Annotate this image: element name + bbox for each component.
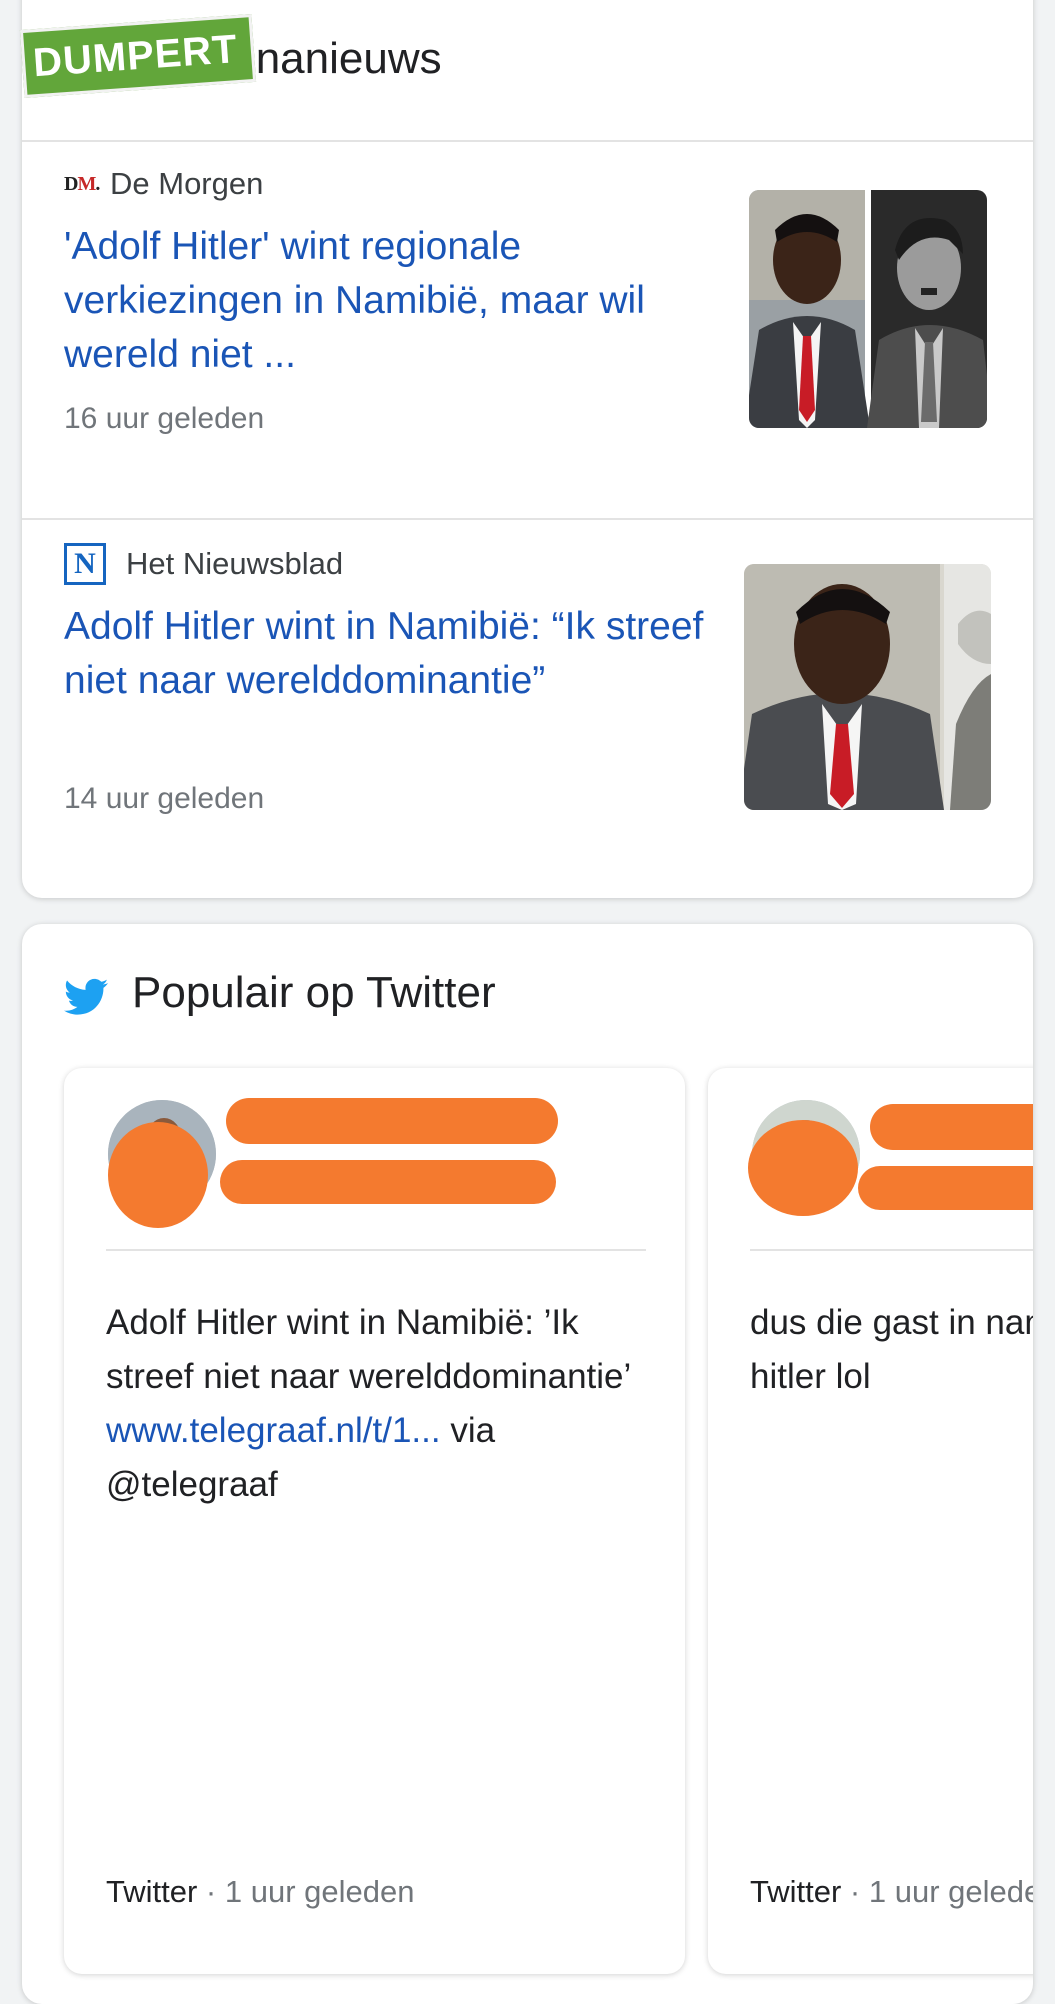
- twitter-card: Populair op Twitter Adolf Hitler wint in…: [22, 924, 1033, 2004]
- tweet-footer: Twitter · 1 uur geleden: [106, 1874, 414, 1910]
- tweet-card[interactable]: Adolf Hitler wint in Namibië: ’Ik streef…: [64, 1068, 685, 1974]
- news-timestamp: 16 uur geleden: [64, 402, 265, 435]
- tweet-time: · 1 uur geleden: [849, 1874, 1033, 1909]
- news-source-name: De Morgen: [110, 166, 264, 201]
- portrait-pair-image: [749, 190, 987, 428]
- news-thumbnail-image[interactable]: [749, 190, 987, 428]
- twitter-bird-icon: [64, 978, 108, 1015]
- tweet-card[interactable]: dus die gast in namibië heet adolf hitle…: [708, 1068, 1033, 1974]
- section-title-twitter: Populair op Twitter: [132, 968, 496, 1017]
- tweet-body: Adolf Hitler wint in Namibië: ’Ik streef…: [106, 1303, 630, 1396]
- news-item-de-morgen[interactable]: DM. De Morgen 'Adolf Hitler' wint region…: [22, 142, 1033, 518]
- portrait-image: [744, 564, 991, 810]
- redaction-name-overlay: [870, 1104, 1033, 1150]
- redaction-avatar-overlay: [748, 1120, 858, 1216]
- het-nieuwsblad-logo-icon: N: [64, 543, 106, 585]
- news-source-row: N Het Nieuwsblad: [64, 534, 343, 594]
- tweet-source: Twitter: [106, 1874, 198, 1909]
- news-source-row: DM. De Morgen: [64, 154, 263, 214]
- de-morgen-logo-icon: DM.: [64, 172, 100, 195]
- tweet-body: dus die gast in namibië heet adolf hitle…: [750, 1303, 1033, 1396]
- redaction-name-overlay: [226, 1098, 558, 1144]
- news-headline-link[interactable]: 'Adolf Hitler' wint regionale verkiezing…: [64, 220, 729, 382]
- redaction-handle-overlay: [858, 1166, 1033, 1210]
- tweet-text: Adolf Hitler wint in Namibië: ’Ik streef…: [106, 1296, 646, 1512]
- news-headline-link[interactable]: Adolf Hitler wint in Namibië: “Ik streef…: [64, 600, 729, 708]
- news-thumbnail-image[interactable]: [744, 564, 991, 810]
- tweet-footer: Twitter · 1 uur geleden: [750, 1874, 1033, 1910]
- news-item-het-nieuwsblad[interactable]: N Het Nieuwsblad Adolf Hitler wint in Na…: [22, 520, 1033, 898]
- news-source-name: Het Nieuwsblad: [126, 546, 344, 581]
- tweet-source: Twitter: [750, 1874, 842, 1909]
- news-timestamp: 14 uur geleden: [64, 782, 265, 815]
- tweet-text: dus die gast in namibië heet adolf hitle…: [750, 1296, 1033, 1404]
- divider: [750, 1249, 1033, 1251]
- tweet-time: · 1 uur geleden: [205, 1874, 415, 1909]
- redaction-handle-overlay: [220, 1160, 556, 1204]
- redaction-avatar-overlay: [108, 1122, 208, 1228]
- top-news-card: Voorpaginanieuws DM. De Morgen 'Adolf Hi…: [22, 0, 1033, 898]
- tweet-link[interactable]: www.telegraaf.nl/t/1...: [106, 1411, 441, 1450]
- divider: [106, 1249, 646, 1251]
